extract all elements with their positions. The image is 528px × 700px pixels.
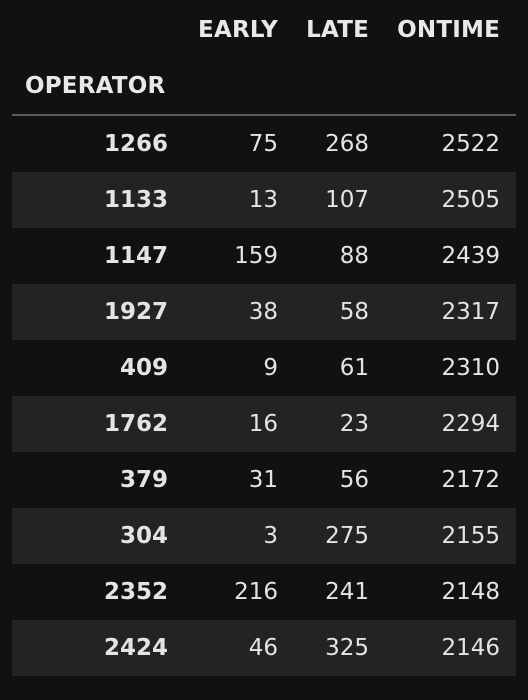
cell-ontime: 2317 (441, 299, 500, 325)
cell-ontime: 2439 (441, 243, 500, 269)
cell-late: 268 (325, 131, 369, 157)
cell-early: 3 (263, 523, 278, 549)
index-header-row: OPERATOR (0, 58, 528, 114)
cell-ontime: 2148 (441, 579, 500, 605)
cell-early: 216 (234, 579, 278, 605)
index-header-operator: OPERATOR (25, 73, 166, 99)
column-header-early: EARLY (198, 17, 278, 43)
column-header-late: LATE (306, 17, 369, 43)
cell-operator: 1147 (103, 243, 168, 269)
cell-early: 159 (234, 243, 278, 269)
cell-operator: 409 (119, 355, 168, 381)
cell-operator: 1762 (103, 411, 168, 437)
cell-operator: 1133 (103, 187, 168, 213)
cell-late: 61 (339, 355, 369, 381)
dataframe-table: EARLY LATE ONTIME OPERATOR 1266 75 268 2522… (0, 0, 528, 700)
cell-operator: 2424 (103, 635, 168, 661)
cell-late: 107 (325, 187, 369, 213)
cell-late: 325 (325, 635, 369, 661)
cell-early: 75 (248, 131, 278, 157)
cell-early: 46 (248, 635, 278, 661)
table-row: 304 3 275 2155 (12, 508, 516, 564)
cell-operator: 1266 (103, 131, 168, 157)
cell-late: 241 (325, 579, 369, 605)
cell-ontime: 2310 (441, 355, 500, 381)
column-header-ontime: ONTIME (397, 17, 500, 43)
cell-early: 9 (263, 355, 278, 381)
cell-late: 56 (339, 467, 369, 493)
cell-ontime: 2522 (441, 131, 500, 157)
cell-ontime: 2505 (441, 187, 500, 213)
cell-late: 275 (325, 523, 369, 549)
table-row: 1762 16 23 2294 (12, 396, 516, 452)
cell-ontime: 2172 (441, 467, 500, 493)
cell-early: 38 (248, 299, 278, 325)
table-row: 1266 75 268 2522 (12, 116, 516, 172)
cell-early: 31 (248, 467, 278, 493)
column-header-row: EARLY LATE ONTIME (0, 2, 528, 58)
table-row: 1133 13 107 2505 (12, 172, 516, 228)
cell-operator: 1927 (103, 299, 168, 325)
table-row: 379 31 56 2172 (12, 452, 516, 508)
cell-ontime: 2146 (441, 635, 500, 661)
table-row: 2424 46 325 2146 (12, 620, 516, 676)
cell-early: 13 (248, 187, 278, 213)
cell-late: 58 (339, 299, 369, 325)
table-row: 2352 216 241 2148 (12, 564, 516, 620)
cell-late: 88 (339, 243, 369, 269)
table-row: 1927 38 58 2317 (12, 284, 516, 340)
table-row: 409 9 61 2310 (12, 340, 516, 396)
table-row: 1147 159 88 2439 (12, 228, 516, 284)
cell-ontime: 2155 (441, 523, 500, 549)
cell-ontime: 2294 (441, 411, 500, 437)
cell-operator: 2352 (103, 579, 168, 605)
cell-operator: 379 (119, 467, 168, 493)
cell-early: 16 (248, 411, 278, 437)
cell-late: 23 (339, 411, 369, 437)
cell-operator: 304 (119, 523, 168, 549)
